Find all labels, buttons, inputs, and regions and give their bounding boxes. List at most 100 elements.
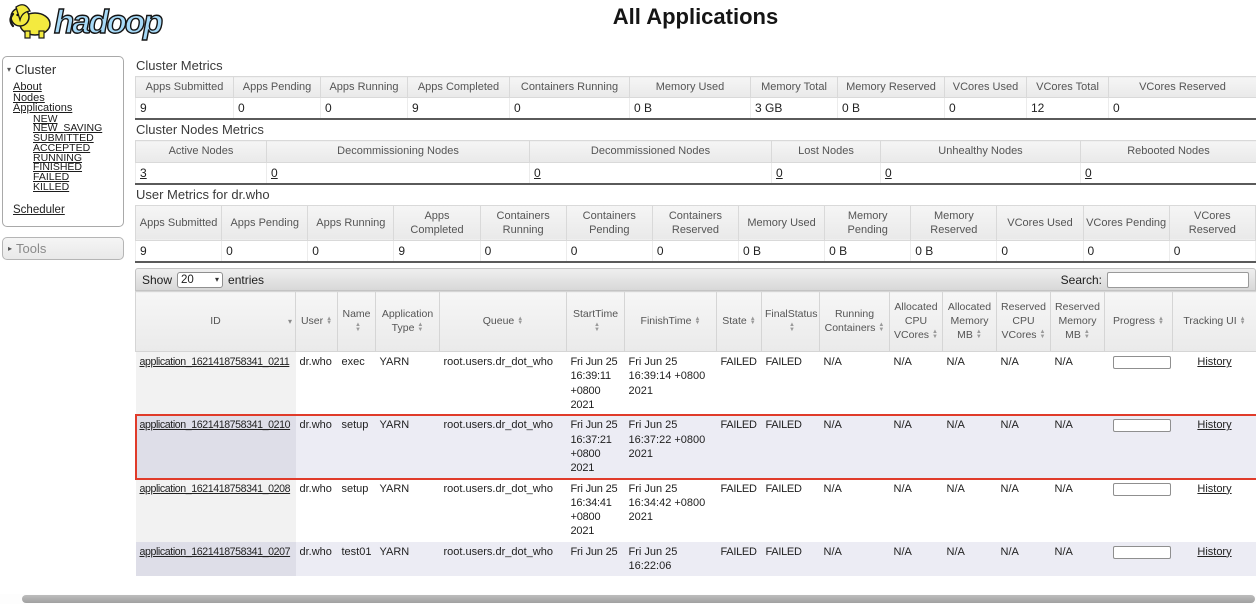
sort-icon: ▲ ▼ (517, 315, 524, 327)
start-time-cell: Fri Jun 25 16:34:41 +0800 2021 (570, 482, 618, 538)
page-size-select[interactable]: 20 ▾ (177, 271, 224, 288)
name-cell: exec (341, 356, 365, 369)
search-input[interactable] (1107, 271, 1249, 288)
column-header-progress[interactable]: Progress ▲ ▼ (1104, 291, 1173, 353)
sidebar-item-applications[interactable]: Applications (13, 103, 72, 114)
column-label: Tracking UI (1183, 314, 1237, 327)
tools-section-header[interactable]: ▸ Tools (2, 236, 124, 260)
sidebar-item-about[interactable]: About (13, 82, 42, 93)
column-header-running-containers[interactable]: Running Containers ▲ ▼ (819, 291, 890, 353)
metric-value-vcores-pending: 0 (1082, 240, 1170, 263)
application-link[interactable]: application_1621418758341_0210 (140, 419, 291, 431)
metric-value-rebooted-nodes: 0 (1080, 162, 1256, 184)
column-header-tracking-ui[interactable]: Tracking UI ▲ ▼ (1172, 291, 1256, 353)
running-containers-cell: N/A (823, 482, 842, 495)
allocated-cpu-vcores-cell: N/A (889, 415, 943, 479)
sidebar-item-killed[interactable]: KILLED (33, 182, 69, 193)
state-cell: FAILED (716, 415, 762, 479)
application-state-links: NEW NEW_SAVING SUBMITTED ACCEPTED RUNNING FIN… (3, 113, 123, 193)
unhealthy-nodes-link[interactable]: 0 (885, 166, 892, 180)
column-header-id[interactable]: ID ▾ (135, 291, 296, 353)
active-nodes-link[interactable]: 3 (140, 166, 147, 180)
finish-time-cell: Fri Jun 25 16:39:14 +0800 2021 (628, 356, 706, 397)
metric-header-lost-nodes: Lost Nodes (771, 140, 881, 163)
queue-cell: root.users.dr_dot_who (439, 541, 567, 577)
column-header-reserved-memory-mb[interactable]: Reserved Memory MB ▲ ▼ (1050, 291, 1105, 353)
metric-header-memory-used: Memory Used (737, 204, 826, 242)
tracking-ui-cell: History (1172, 415, 1256, 479)
sort-icon: ▲ ▼ (932, 329, 938, 340)
column-header-application-type[interactable]: Application Type ▲ ▼ (375, 291, 440, 353)
metric-value-apps-submitted: 9 (134, 240, 223, 263)
allocated-memory-mb-cell: N/A (946, 356, 965, 369)
history-link[interactable]: History (1197, 419, 1231, 431)
metric-value-apps-running: 0 (307, 240, 395, 263)
queue-cell: root.users.dr_dot_who (439, 415, 567, 479)
history-link[interactable]: History (1197, 356, 1231, 368)
column-label: FinalStatus (765, 308, 818, 321)
metric-header-active-nodes: Active Nodes (135, 140, 267, 163)
column-header-name[interactable]: Name ▲ ▼ (337, 291, 376, 353)
sidebar-item-scheduler[interactable]: Scheduler (13, 204, 65, 216)
column-label: Queue (482, 314, 515, 327)
reserved-cpu-vcores-cell: N/A (1000, 356, 1019, 369)
decommissioned-nodes-link[interactable]: 0 (534, 166, 541, 180)
metric-value-decommissioning-nodes: 0 (266, 162, 530, 184)
history-link[interactable]: History (1197, 483, 1231, 495)
metric-header-decommissioned-nodes: Decommissioned Nodes (529, 140, 772, 163)
reserved-memory-mb-cell: N/A (1054, 482, 1073, 495)
application-type-cell: YARN (379, 356, 410, 369)
metric-value-apps-pending: 0 (221, 240, 309, 263)
table-toolbar: Show 20 ▾ entries Search: (135, 268, 1256, 292)
column-header-finalstatus[interactable]: FinalStatus ▲ ▼ (761, 291, 820, 353)
id-cell: application_1621418758341_0208 (135, 478, 296, 542)
column-header-finishtime[interactable]: FinishTime ▲ ▼ (624, 291, 717, 353)
metric-value-containers-running: 0 (509, 97, 630, 120)
id-cell: application_1621418758341_0210 (135, 415, 296, 479)
metric-header-memory-pending: Memory Pending (824, 204, 912, 242)
metric-value-vcores-reserved: 0 (1168, 240, 1256, 263)
decommissioning-nodes-link[interactable]: 0 (271, 166, 278, 180)
application-link[interactable]: application_1621418758341_0207 (140, 546, 291, 558)
column-header-user[interactable]: User ▲ ▼ (295, 291, 338, 353)
running-containers-cell: N/A (819, 415, 890, 479)
running-containers-cell: N/A (819, 541, 890, 577)
metric-value-vcores-reserved: 0 (1108, 97, 1256, 120)
horizontal-scrollbar[interactable] (0, 594, 1256, 604)
cluster_nodes_metrics-value-row: 3 0 0 0 0 0 (135, 162, 1256, 184)
column-header-starttime[interactable]: StartTime ▲ ▼ (566, 291, 625, 353)
progress-bar (1112, 482, 1171, 496)
application-link[interactable]: application_1621418758341_0208 (140, 483, 291, 495)
column-header-allocated-cpu-vcores[interactable]: Allocated CPU VCores ▲ ▼ (889, 291, 943, 353)
page-size-value: 20 (181, 273, 194, 286)
metric-header-apps-submitted: Apps Submitted (135, 75, 234, 99)
column-label: Application Type (381, 308, 434, 334)
table-row: application_1621418758341_0211 dr.who exec… (135, 351, 1256, 416)
metric-value-apps-completed: 9 (407, 97, 510, 120)
column-header-allocated-memory-mb[interactable]: Allocated Memory MB ▲ ▼ (942, 291, 997, 353)
history-link[interactable]: History (1197, 546, 1231, 558)
cluster-links: About Nodes Applications (3, 82, 123, 114)
entries-label: entries (228, 272, 265, 287)
sort-icon: ▲ ▼ (789, 322, 795, 333)
metric-header-apps-pending: Apps Pending (233, 75, 321, 99)
rebooted-nodes-link[interactable]: 0 (1085, 166, 1092, 180)
column-header-queue[interactable]: Queue ▲ ▼ (439, 291, 567, 353)
table-row: application_1621418758341_0208 dr.who setu… (135, 478, 1256, 542)
sort-icon: ▲ ▼ (1083, 329, 1090, 340)
column-label: Allocated Memory MB (947, 301, 992, 341)
column-header-reserved-cpu-vcores[interactable]: Reserved CPU VCores ▲ ▼ (996, 291, 1051, 353)
cluster-panel: ▾ Cluster About Nodes Applications NEW NEW_… (2, 56, 124, 227)
column-header-state[interactable]: State ▲ ▼ (716, 291, 762, 353)
metric-header-apps-pending: Apps Pending (221, 204, 309, 242)
start-time-cell: Fri Jun 25 (566, 541, 625, 577)
id-cell: application_1621418758341_0207 (135, 541, 296, 577)
user-cell: dr.who (295, 415, 338, 479)
scrollbar-thumb[interactable] (22, 595, 1255, 603)
application-link[interactable]: application_1621418758341_0211 (140, 356, 290, 368)
final-status-cell: FAILED (765, 356, 802, 369)
lost-nodes-link[interactable]: 0 (776, 166, 783, 180)
column-label: State (722, 314, 747, 327)
column-label: User (300, 314, 324, 327)
cluster-section-header[interactable]: ▾ Cluster (3, 59, 123, 82)
